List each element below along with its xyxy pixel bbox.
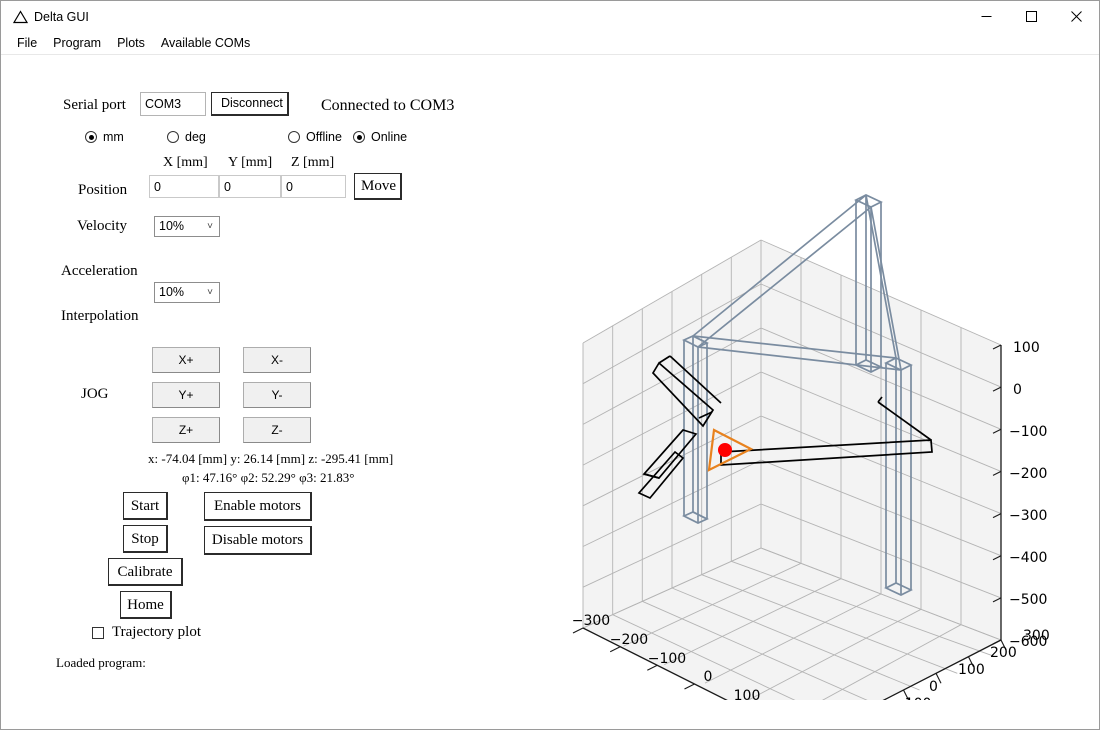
z-tick--400: −400 xyxy=(1009,550,1047,566)
enable-motors-button[interactable]: Enable motors xyxy=(204,492,312,521)
radio-online-indicator xyxy=(353,131,365,143)
trajectory-plot-checkbox[interactable]: Trajectory plot xyxy=(92,624,201,641)
interpolation-label: Interpolation xyxy=(61,308,139,324)
calibrate-button[interactable]: Calibrate xyxy=(108,558,183,586)
home-button[interactable]: Home xyxy=(120,591,172,619)
maximize-button[interactable] xyxy=(1009,1,1054,32)
radio-mm-indicator xyxy=(85,131,97,143)
triangle-icon xyxy=(11,8,29,26)
chevron-down-icon: ˅ xyxy=(207,221,213,232)
position-label: Position xyxy=(78,182,128,198)
x-tick--100: −100 xyxy=(648,651,686,667)
move-button[interactable]: Move xyxy=(354,173,402,200)
z-tick-100: 100 xyxy=(1013,340,1040,356)
app-window: Delta GUI File Program Plots Available C… xyxy=(0,0,1100,730)
disconnect-button[interactable]: Disconnect xyxy=(211,92,289,116)
z-tick-0: 0 xyxy=(1013,382,1022,398)
acceleration-value: 10% xyxy=(159,285,185,299)
y-tick--100: −100 xyxy=(893,696,931,700)
menu-program[interactable]: Program xyxy=(45,34,109,52)
jog-y-minus-button[interactable]: Y- xyxy=(243,382,311,408)
x-axis-header: X [mm] xyxy=(163,155,208,170)
menu-file[interactable]: File xyxy=(9,34,45,52)
x-tick--300: −300 xyxy=(572,613,610,629)
y-axis-header: Y [mm] xyxy=(228,155,273,170)
serial-port-label: Serial port xyxy=(63,97,126,113)
x-tick--200: −200 xyxy=(610,632,648,648)
cartesian-readout: x: -74.04 [mm] y: 26.14 [mm] z: -295.41 … xyxy=(148,451,394,466)
y-tick-100: 100 xyxy=(958,662,985,678)
stop-button[interactable]: Stop xyxy=(123,525,168,553)
x-tick-0: 0 xyxy=(704,669,713,685)
radio-mm-label: mm xyxy=(103,130,124,144)
velocity-select[interactable]: 10% ˅ xyxy=(154,216,220,237)
z-tick--500: −500 xyxy=(1009,592,1047,608)
radio-deg-indicator xyxy=(167,131,179,143)
radio-deg[interactable]: deg xyxy=(167,130,206,144)
chevron-down-icon: ˅ xyxy=(207,287,213,298)
z-tick--300: −300 xyxy=(1009,508,1047,524)
position-z-input[interactable] xyxy=(281,175,346,198)
radio-online[interactable]: Online xyxy=(353,130,407,144)
radio-offline-indicator xyxy=(288,131,300,143)
z-axis-header: Z [mm] xyxy=(291,155,335,170)
position-x-input[interactable] xyxy=(149,175,219,198)
z-tick--100: −100 xyxy=(1009,424,1047,440)
acceleration-label: Acceleration xyxy=(61,263,138,279)
jog-y-plus-button[interactable]: Y+ xyxy=(152,382,220,408)
position-y-input[interactable] xyxy=(219,175,281,198)
radio-deg-label: deg xyxy=(185,130,206,144)
radio-online-label: Online xyxy=(371,130,408,144)
tcp-point xyxy=(718,443,732,457)
y-tick-0: 0 xyxy=(929,679,938,695)
close-button[interactable] xyxy=(1054,1,1099,32)
z-tick--600: −600 xyxy=(1009,634,1047,650)
acceleration-select[interactable]: 10% ˅ xyxy=(154,282,220,303)
window-title: Delta GUI xyxy=(34,9,89,24)
menu-available-coms[interactable]: Available COMs xyxy=(153,34,258,52)
menu-bar: File Program Plots Available COMs xyxy=(1,32,1099,55)
jog-x-plus-button[interactable]: X+ xyxy=(152,347,220,373)
z-tick--200: −200 xyxy=(1009,466,1047,482)
menu-plots[interactable]: Plots xyxy=(109,34,153,52)
radio-mm[interactable]: mm xyxy=(85,130,124,144)
jog-z-plus-button[interactable]: Z+ xyxy=(152,417,220,443)
velocity-value: 10% xyxy=(159,219,185,233)
plot-svg: .gl { stroke:#b4b4b4; stroke-width:0.9; … xyxy=(572,194,1050,729)
main-content: Serial port Disconnect Connected to COM3… xyxy=(1,55,1099,729)
jog-x-minus-button[interactable]: X- xyxy=(243,347,311,373)
trajectory-plot-label: Trajectory plot xyxy=(112,624,202,640)
x-tick-100: 100 xyxy=(734,688,761,700)
start-button[interactable]: Start xyxy=(123,492,168,520)
disable-motors-button[interactable]: Disable motors xyxy=(204,526,312,555)
loaded-program-label: Loaded program: xyxy=(56,655,146,670)
checkbox-indicator xyxy=(92,626,104,639)
joint-readout: φ1: 47.16° φ2: 52.29° φ3: 21.83° xyxy=(182,470,355,485)
radio-offline[interactable]: Offline xyxy=(288,130,342,144)
title-bar: Delta GUI xyxy=(1,1,1099,32)
jog-z-minus-button[interactable]: Z- xyxy=(243,417,311,443)
window-controls xyxy=(964,1,1099,32)
serial-port-input[interactable] xyxy=(140,92,206,116)
robot-3d-plot[interactable]: .gl { stroke:#b4b4b4; stroke-width:0.9; … xyxy=(431,100,1091,729)
jog-label: JOG xyxy=(81,386,109,402)
velocity-label: Velocity xyxy=(77,218,127,234)
minimize-button[interactable] xyxy=(964,1,1009,32)
radio-offline-label: Offline xyxy=(306,130,342,144)
